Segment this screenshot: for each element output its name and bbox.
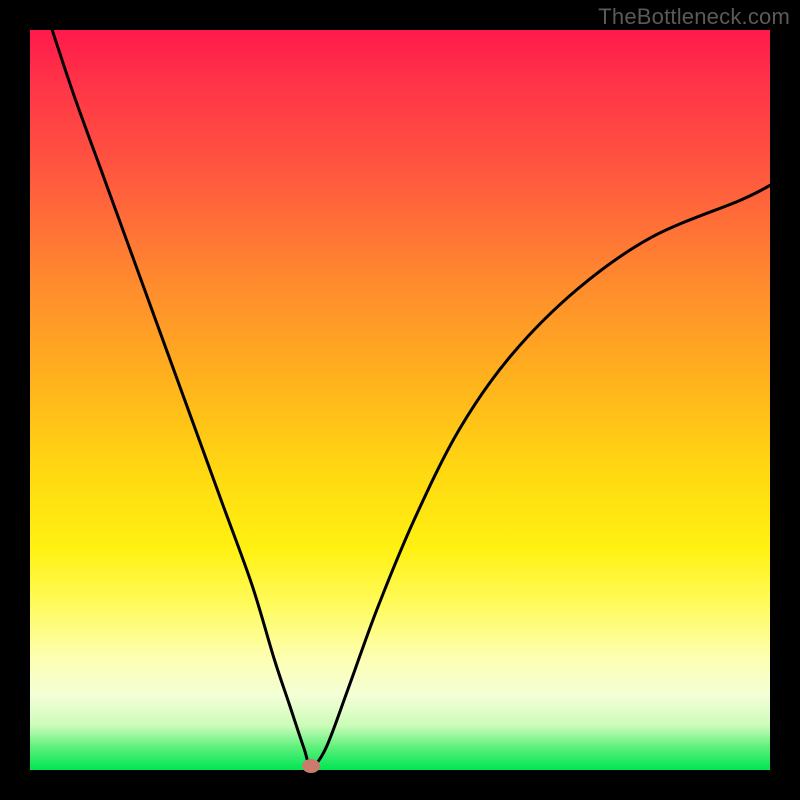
- optimal-point-marker: [302, 759, 320, 773]
- plot-area: [30, 30, 770, 770]
- watermark-text: TheBottleneck.com: [598, 4, 790, 30]
- bottleneck-curve: [30, 30, 770, 770]
- curve-path: [52, 30, 770, 766]
- chart-frame: TheBottleneck.com: [0, 0, 800, 800]
